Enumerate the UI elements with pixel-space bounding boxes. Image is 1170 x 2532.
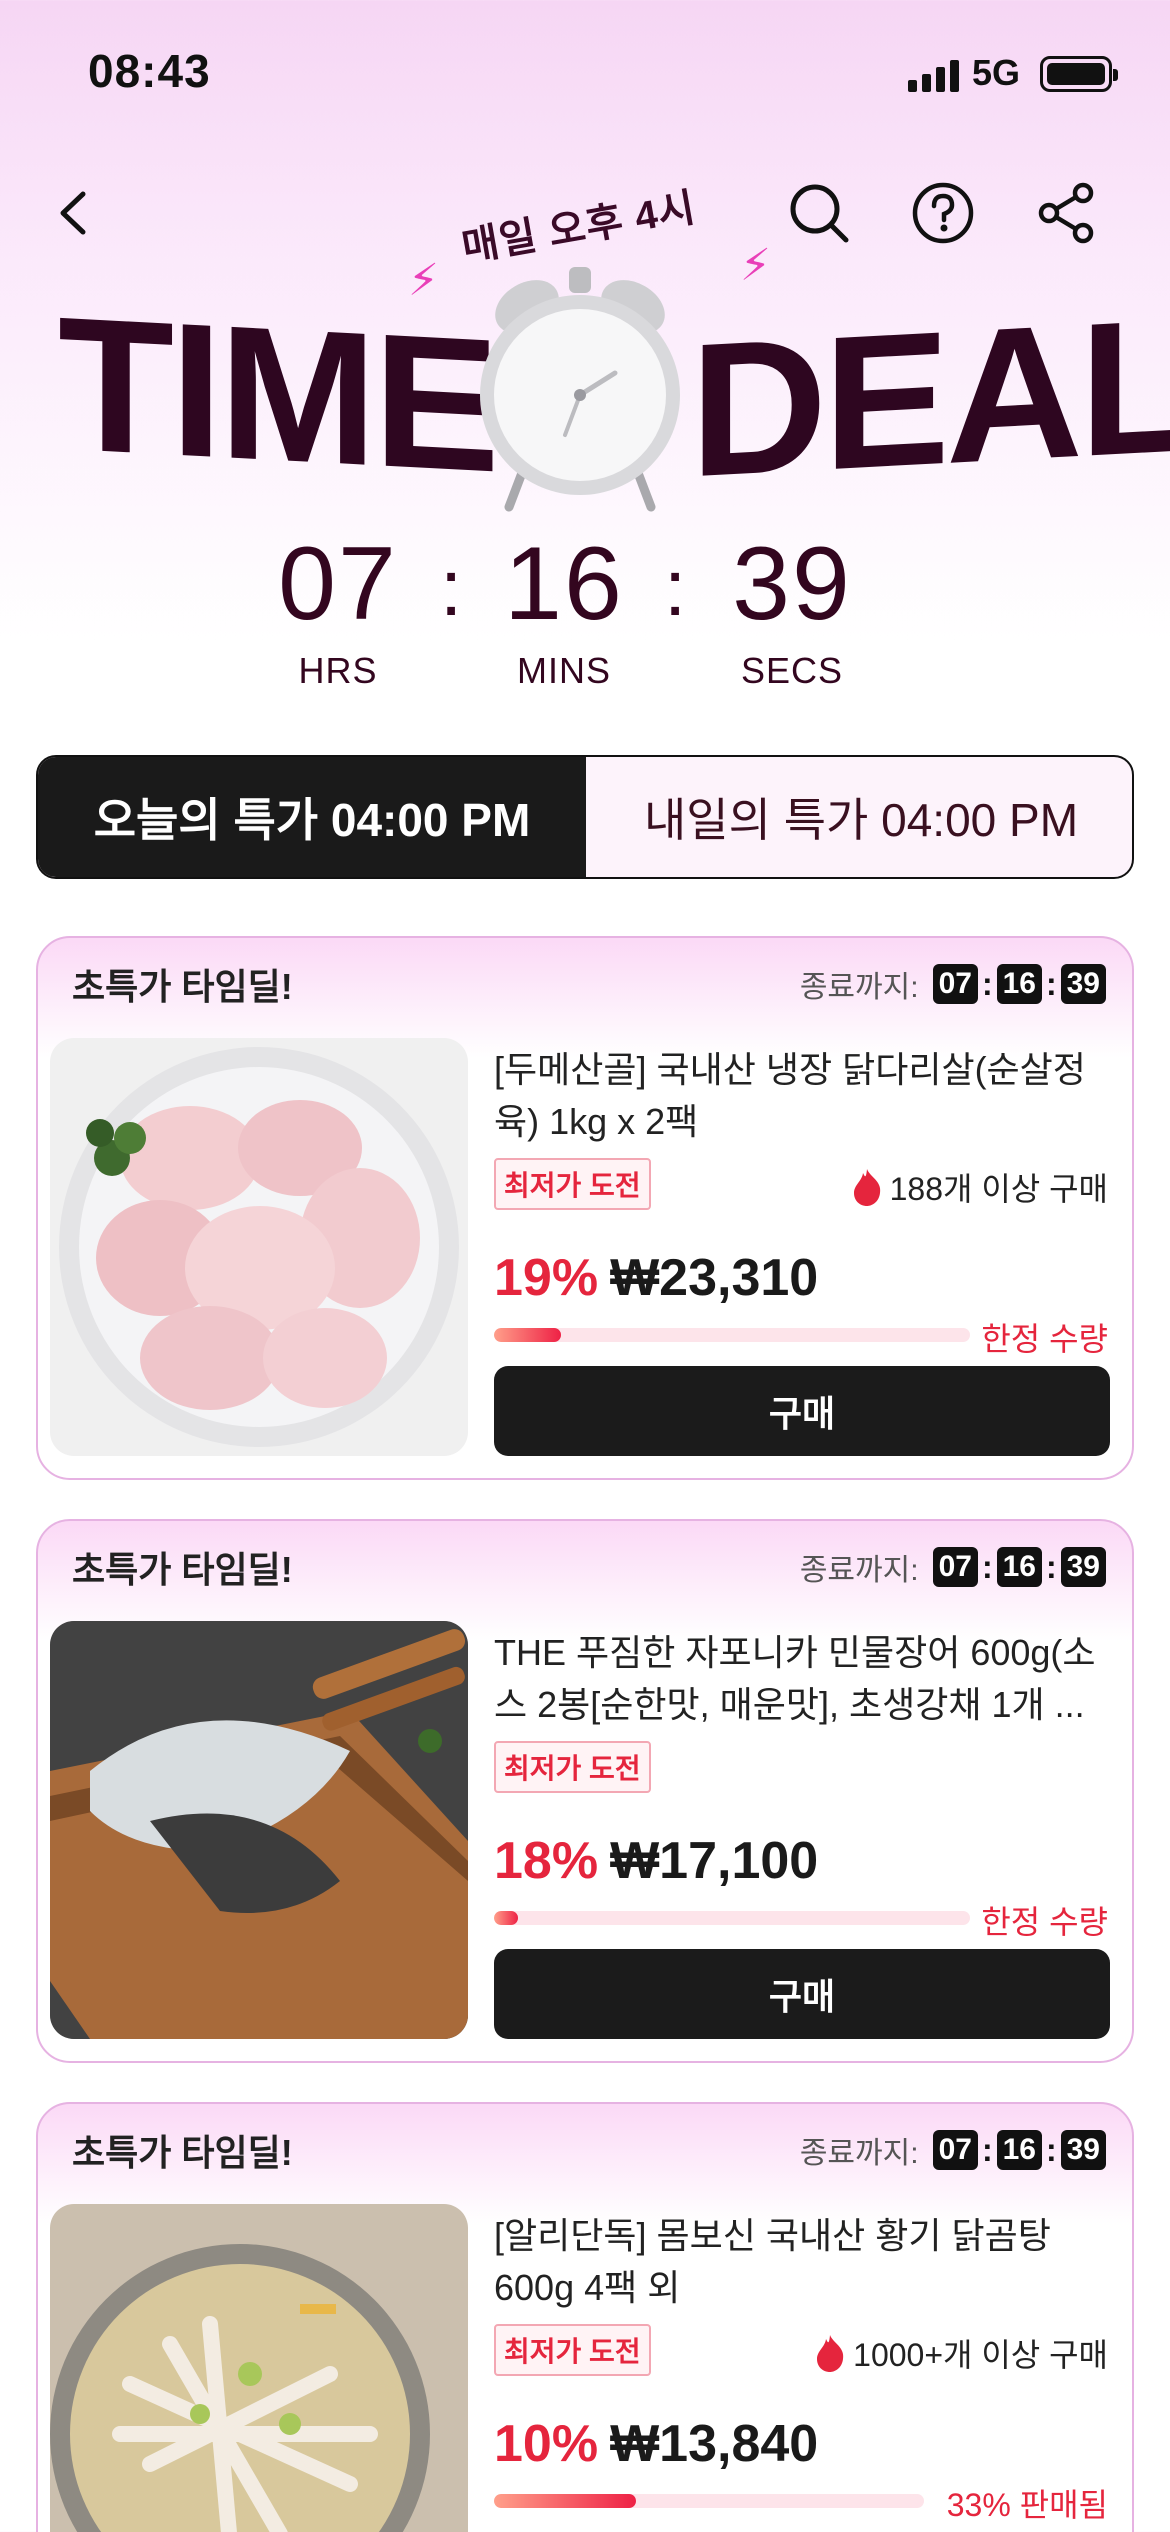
card-timer: 종료까지: 07: 16: 39 <box>800 1545 1106 1589</box>
lowest-price-badge: 최저가 도전 <box>494 2324 651 2376</box>
back-arrow-icon[interactable] <box>40 180 106 246</box>
timer-seconds: 39 <box>1060 2130 1106 2170</box>
spark-right-icon: ⚡ <box>740 241 771 290</box>
alarm-clock-icon <box>465 245 695 525</box>
share-icon[interactable] <box>1034 180 1100 246</box>
countdown: 07 HRS : 16 MINS : 39 SECS <box>0 532 1170 692</box>
product-image[interactable] <box>50 2204 468 2532</box>
stock-progress-fill <box>494 2494 636 2508</box>
stock-progress-bar <box>494 2494 924 2508</box>
countdown-hours: 07 HRS <box>238 532 438 692</box>
discount-rate: 18% <box>494 1832 599 1890</box>
product-image[interactable] <box>50 1038 468 1456</box>
timer-seconds: 39 <box>1060 964 1106 1004</box>
sale-price: ₩23,310 <box>610 1249 819 1307</box>
countdown-minutes: 16 MINS <box>464 532 664 692</box>
sold-count-text: 1000+개 이상 구매 <box>853 2337 1108 2373</box>
card-title: 초특가 타임딜! <box>72 966 293 1007</box>
countdown-separator: : <box>440 543 463 632</box>
timer-minutes: 16 <box>996 2130 1042 2170</box>
sale-price: ₩17,100 <box>610 1832 819 1890</box>
countdown-seconds-label: SECS <box>740 650 844 691</box>
price-row: 19% ₩23,310 <box>494 1248 818 1308</box>
timer-minutes: 16 <box>996 964 1042 1004</box>
countdown-minutes-value: 16 <box>504 526 624 642</box>
fire-icon <box>853 1169 880 1206</box>
price-row: 18% ₩17,100 <box>494 1831 818 1891</box>
sold-count-text: 188개 이상 구매 <box>889 1171 1108 1207</box>
network-type: 5G <box>972 52 1021 93</box>
hero-title-deals: DEALS <box>690 272 1170 518</box>
deal-card[interactable]: 초특가 타임딜! 종료까지: 07: 16: 39 THE 푸짐한 자포니카 민… <box>36 1519 1134 2063</box>
progress-label: 한정 수량 <box>981 1904 1108 1940</box>
countdown-seconds-value: 39 <box>732 526 852 642</box>
deal-tabs: 오늘의 특가 04:00 PM 내일의 특가 04:00 PM <box>36 755 1134 879</box>
card-title: 초특가 타임딜! <box>72 1549 293 1590</box>
countdown-minutes-label: MINS <box>517 650 611 691</box>
card-timer: 종료까지: 07: 16: 39 <box>800 2128 1106 2172</box>
search-icon[interactable] <box>786 180 852 246</box>
sold-count: 1000+개 이상 구매 <box>813 2330 1108 2376</box>
countdown-separator: : <box>664 543 687 632</box>
stock-progress-fill <box>494 1328 561 1342</box>
product-image[interactable] <box>50 1621 468 2039</box>
timer-label: 종료까지: <box>799 1554 919 1587</box>
stock-progress-bar <box>494 1911 970 1925</box>
hero-title-time: TIME <box>58 277 496 513</box>
card-timer: 종료까지: 07: 16: 39 <box>800 962 1106 1006</box>
product-name[interactable]: [두메산골] 국내산 냉장 닭다리살(순살정육) 1kg x 2팩 <box>494 1044 1114 1148</box>
deal-card[interactable]: 초특가 타임딜! 종료까지: 07: 16: 39 [두메산골] 국내산 냉장 … <box>36 936 1134 1480</box>
countdown-seconds: 39 SECS <box>692 532 892 692</box>
price-row: 10% ₩13,840 <box>494 2414 818 2474</box>
status-time: 08:43 <box>88 45 211 97</box>
tab-today[interactable]: 오늘의 특가 04:00 PM <box>38 757 586 877</box>
timer-label: 종료까지: <box>799 2137 919 2170</box>
buy-button[interactable]: 구매 <box>494 1949 1110 2039</box>
timer-seconds: 39 <box>1060 1547 1106 1587</box>
battery-icon <box>1040 56 1118 92</box>
discount-rate: 10% <box>494 2415 599 2473</box>
discount-rate: 19% <box>494 1249 599 1307</box>
product-name[interactable]: [알리단독] 몸보신 국내산 황기 닭곰탕 600g 4팩 외 <box>494 2210 1114 2314</box>
timer-hours: 07 <box>932 2130 978 2170</box>
stock-progress-bar <box>494 1328 970 1342</box>
signal-icon <box>908 58 962 92</box>
fire-icon <box>817 2335 844 2372</box>
timer-label: 종료까지: <box>799 971 919 1004</box>
sold-count: 188개 이상 구매 <box>850 1164 1108 1210</box>
timer-hours: 07 <box>932 964 978 1004</box>
buy-button[interactable]: 구매 <box>494 1366 1110 1456</box>
help-icon[interactable] <box>910 180 976 246</box>
card-title: 초특가 타임딜! <box>72 2132 293 2173</box>
tab-tomorrow[interactable]: 내일의 특가 04:00 PM <box>586 757 1132 877</box>
sale-price: ₩13,840 <box>610 2415 819 2473</box>
timer-minutes: 16 <box>996 1547 1042 1587</box>
lowest-price-badge: 최저가 도전 <box>494 1158 651 1210</box>
status-bar: 08:43 5G <box>0 0 1170 120</box>
product-name[interactable]: THE 푸짐한 자포니카 민물장어 600g(소스 2봉[순한맛, 매운맛], … <box>494 1627 1114 1731</box>
countdown-hours-label: HRS <box>298 650 378 691</box>
deal-card[interactable]: 초특가 타임딜! 종료까지: 07: 16: 39 [알리단독] 몸보신 국내산… <box>36 2102 1134 2532</box>
countdown-hours-value: 07 <box>278 526 398 642</box>
timer-hours: 07 <box>932 1547 978 1587</box>
progress-label: 한정 수량 <box>981 1321 1108 1357</box>
lowest-price-badge: 최저가 도전 <box>494 1741 651 1793</box>
stock-progress-fill <box>494 1911 518 1925</box>
progress-label: 33% 판매됨 <box>946 2487 1108 2523</box>
